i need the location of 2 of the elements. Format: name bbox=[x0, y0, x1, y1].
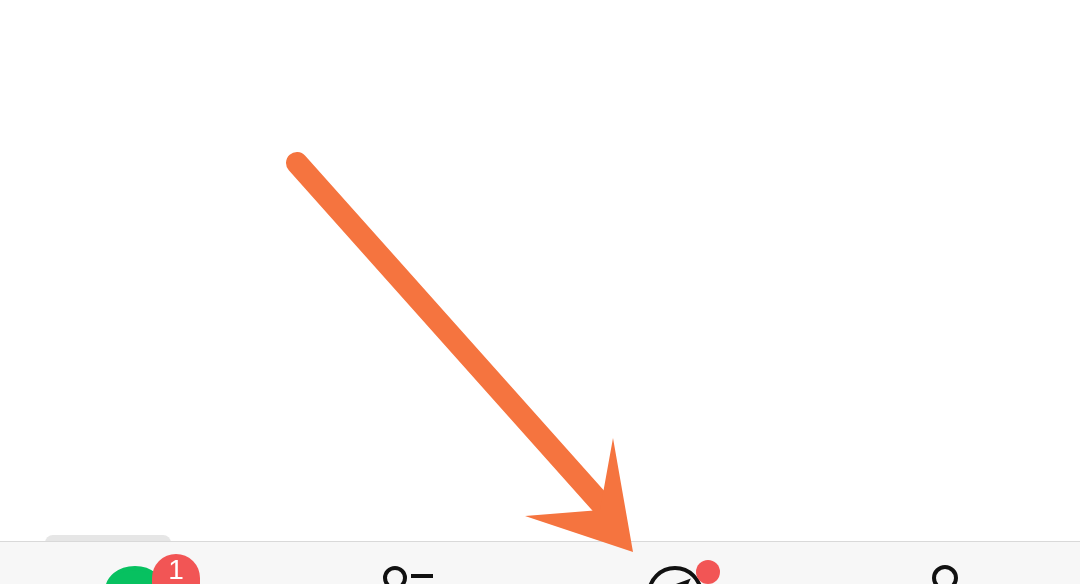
unread-badge: 1 bbox=[152, 554, 200, 584]
tab-button[interactable]: 1 bbox=[0, 542, 270, 584]
